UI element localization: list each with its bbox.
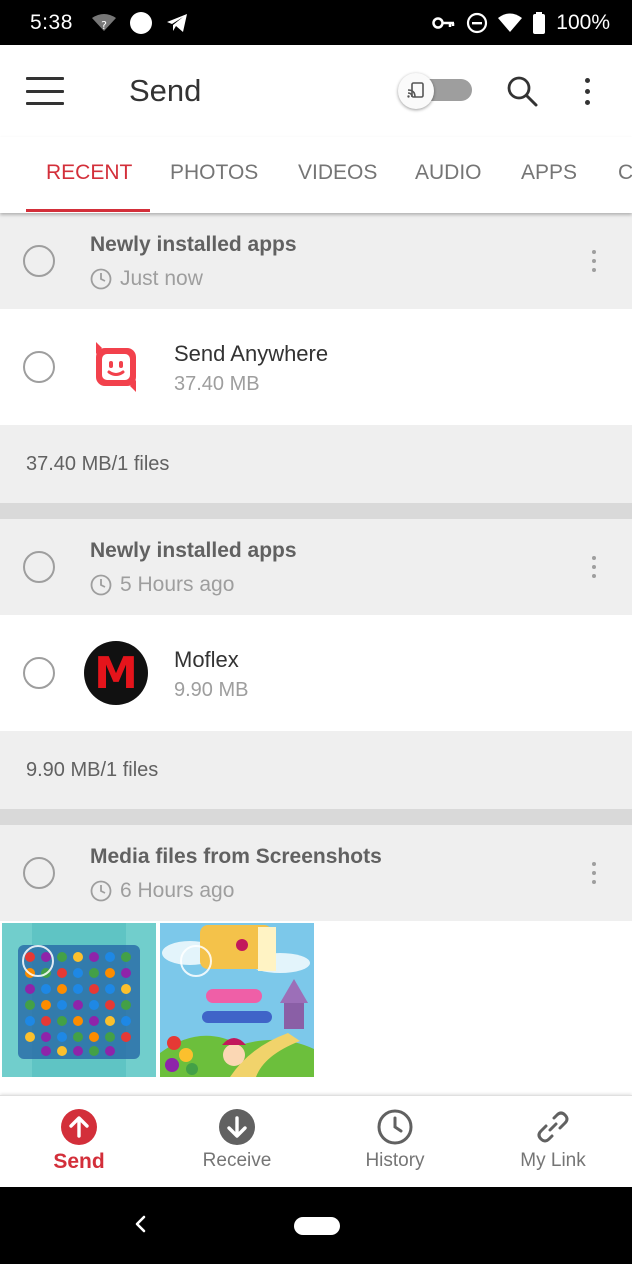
nav-receive[interactable]: Receive — [158, 1096, 316, 1188]
group-summary-text: 37.40 MB/1 files — [26, 453, 170, 475]
nav-label: Send — [53, 1150, 105, 1173]
wifi-question-icon: ? — [91, 13, 116, 32]
vpn-key-icon — [432, 16, 455, 29]
group-select-radio[interactable] — [23, 857, 55, 889]
hamburger-menu-icon[interactable] — [24, 73, 66, 109]
tab-recent[interactable]: RECENT — [46, 161, 132, 185]
file-name: Send Anywhere — [174, 341, 329, 366]
group-more-icon[interactable] — [584, 245, 604, 277]
group-title: Newly installed apps — [90, 539, 297, 562]
group-time-text: 5 Hours ago — [120, 573, 235, 596]
svg-text:?: ? — [101, 19, 107, 32]
status-bar: 5:38 ? 100% — [0, 0, 632, 45]
svg-text:M: M — [94, 648, 138, 699]
upload-arrow-icon — [61, 1109, 97, 1145]
group-summary-text: 9.90 MB/1 files — [26, 759, 159, 781]
tab-photos[interactable]: PHOTOS — [170, 161, 258, 185]
status-time: 5:38 — [30, 10, 73, 34]
nav-label: My Link — [520, 1150, 586, 1171]
nav-my-link[interactable]: My Link — [474, 1096, 632, 1188]
tab-videos[interactable]: VIDEOS — [298, 161, 377, 185]
app-bar: Send — [0, 45, 632, 137]
tab-overflow[interactable]: C — [618, 161, 632, 185]
file-row[interactable]: Send Anywhere 37.40 MB — [0, 309, 632, 425]
cast-icon — [407, 82, 424, 98]
home-pill[interactable] — [294, 1217, 340, 1235]
send-anywhere-app-icon — [96, 342, 136, 392]
group-header: Newly installed apps 5 Hours ago — [0, 519, 632, 615]
wifi-icon — [498, 13, 523, 32]
screenshot-thumbnail[interactable] — [2, 923, 156, 1077]
group-divider — [0, 809, 632, 825]
group-divider — [0, 503, 632, 519]
group-select-radio[interactable] — [23, 551, 55, 583]
tab-indicator — [26, 209, 150, 212]
cast-toggle[interactable] — [398, 73, 474, 109]
group-header: Media files from Screenshots 6 Hours ago — [0, 825, 632, 921]
group-summary: 9.90 MB/1 files — [0, 731, 632, 809]
candy-crush-board-screenshot — [2, 923, 156, 1077]
group-header: Newly installed apps Just now — [0, 213, 632, 309]
nav-history[interactable]: History — [316, 1096, 474, 1188]
file-size: 9.90 MB — [174, 679, 249, 701]
candy-crush-title-screenshot — [160, 923, 314, 1077]
battery-icon — [533, 11, 546, 34]
group-title: Media files from Screenshots — [90, 845, 382, 868]
group-time: Just now — [90, 267, 203, 291]
recent-file-list: Newly installed apps Just now Send Anywh… — [0, 213, 632, 1095]
group-select-radio[interactable] — [23, 245, 55, 277]
back-icon[interactable] — [126, 1209, 156, 1239]
page-title: Send — [129, 73, 202, 108]
file-row[interactable]: M Moflex 9.90 MB — [0, 615, 632, 731]
file-select-radio[interactable] — [23, 351, 55, 383]
clock-icon — [377, 1109, 413, 1145]
clock-icon — [90, 268, 112, 290]
do-not-disturb-icon — [467, 12, 488, 33]
group-title: Newly installed apps — [90, 233, 297, 256]
group-time-text: Just now — [120, 267, 203, 290]
system-navigation-bar — [0, 1187, 632, 1264]
clock-icon — [90, 574, 112, 596]
clock-icon — [90, 880, 112, 902]
group-more-icon[interactable] — [584, 551, 604, 583]
screenshot-thumbnail[interactable] — [160, 923, 314, 1077]
moflex-app-icon: M — [84, 641, 148, 705]
toggle-knob — [398, 73, 434, 109]
tab-audio[interactable]: AUDIO — [415, 161, 482, 185]
status-system-icons: 100% — [432, 11, 610, 35]
thumbnail-select-radio[interactable] — [22, 945, 54, 977]
status-notification-icons: ? — [91, 11, 189, 35]
telegram-icon — [166, 13, 187, 32]
nav-label: History — [365, 1150, 425, 1171]
group-time: 6 Hours ago — [90, 879, 234, 903]
thumbnail-select-radio[interactable] — [180, 945, 212, 977]
tab-apps[interactable]: APPS — [521, 161, 577, 185]
search-icon[interactable] — [504, 73, 540, 109]
bottom-navigation: Send Receive History My Link — [0, 1095, 632, 1187]
more-options-icon[interactable] — [575, 73, 599, 109]
file-name: Moflex — [174, 647, 239, 672]
nav-send[interactable]: Send — [0, 1096, 158, 1188]
file-size: 37.40 MB — [174, 373, 260, 395]
group-more-icon[interactable] — [584, 857, 604, 889]
file-select-radio[interactable] — [23, 657, 55, 689]
group-time-text: 6 Hours ago — [120, 879, 235, 902]
category-tabs: RECENT PHOTOS VIDEOS AUDIO APPS C — [0, 137, 632, 213]
download-arrow-icon — [219, 1109, 255, 1145]
nav-label: Receive — [202, 1150, 272, 1171]
group-time: 5 Hours ago — [90, 573, 234, 597]
link-icon — [537, 1111, 569, 1143]
battery-percent: 100% — [556, 10, 610, 34]
circle-icon — [129, 11, 152, 34]
group-summary: 37.40 MB/1 files — [0, 425, 632, 503]
